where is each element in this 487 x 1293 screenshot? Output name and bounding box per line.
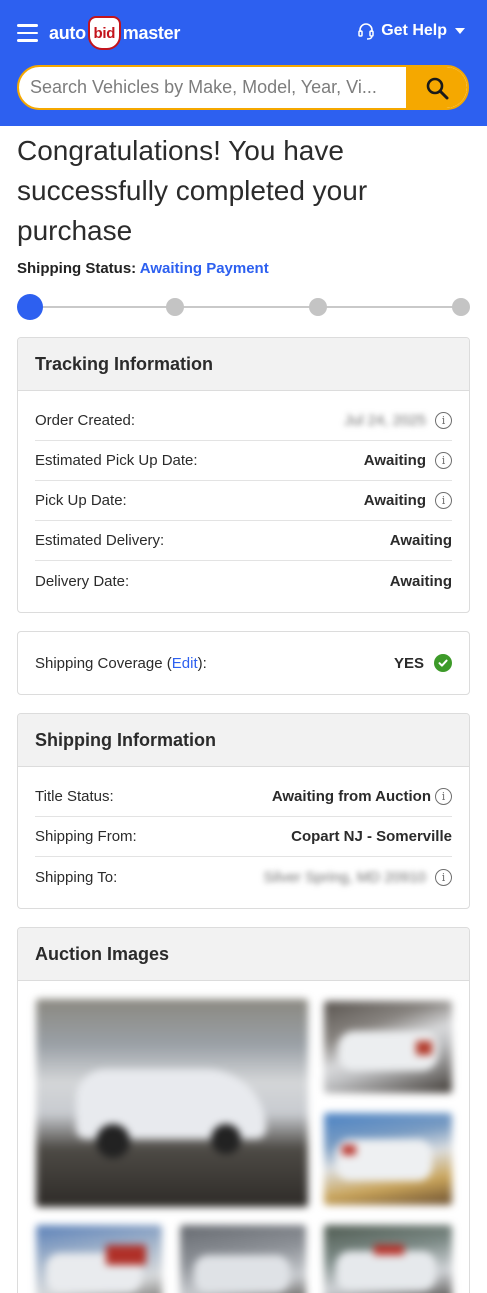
shipping-status-label: Shipping Status: (17, 260, 137, 277)
page-title: Congratulations! You have successfully c… (17, 135, 368, 246)
tracking-information-card: Tracking Information Order Created: Jul … (17, 337, 470, 613)
info-icon[interactable]: i (435, 788, 452, 805)
row-value: Awaiting (389, 532, 452, 549)
shipping-coverage-value: YES (393, 654, 424, 672)
shipping-information-title: Shipping Information (18, 714, 469, 767)
chevron-down-icon (455, 28, 465, 34)
progress-step-4 (452, 298, 470, 316)
tracking-row: Estimated Pick Up Date: Awaiting i (35, 441, 452, 481)
tracking-row: Pick Up Date: Awaiting i (35, 481, 452, 521)
menu-icon[interactable] (17, 24, 38, 42)
row-value: Awaiting (363, 492, 426, 509)
row-label: Estimated Delivery: (35, 532, 165, 549)
shipping-row: Shipping From: Copart NJ - Somerville (35, 817, 452, 857)
search-input[interactable] (19, 67, 409, 108)
logo-text-auto: auto (49, 22, 86, 43)
shipping-coverage-row: Shipping Coverage (Edit): YES (18, 632, 469, 694)
shipping-row: Title Status: Awaiting from Auction i (35, 777, 452, 817)
logo-shield: bid (87, 16, 121, 50)
progress-step-2 (166, 298, 184, 316)
auction-image-thumb-3[interactable] (36, 1225, 162, 1293)
row-label: Title Status: (35, 788, 114, 805)
coverage-label-suffix: ): (197, 654, 207, 672)
auction-image-gallery (18, 981, 469, 1293)
row-label: Delivery Date: (35, 572, 130, 590)
tracking-row: Delivery Date: Awaiting (35, 561, 452, 601)
progress-step-3 (309, 298, 327, 316)
auction-image-thumb-1[interactable] (324, 1001, 452, 1093)
shipping-row: Shipping To: Silver Spring, MD 20910 i (35, 857, 452, 897)
row-label: Shipping To: (35, 868, 118, 886)
row-value: Copart NJ - Somerville (291, 828, 452, 845)
logo-text-master: master (122, 22, 181, 43)
search-button[interactable] (406, 67, 467, 108)
row-value: Awaiting (389, 572, 452, 590)
tracking-row: Estimated Delivery: Awaiting (35, 521, 452, 561)
autobidmaster-logo[interactable]: auto bid master (49, 16, 180, 50)
row-label: Shipping From: (35, 828, 137, 845)
row-value: Awaiting from Auction (271, 788, 431, 805)
auction-images-card: Auction Images (17, 927, 470, 1293)
checkmark-icon (434, 654, 452, 672)
info-icon[interactable]: i (435, 452, 452, 469)
coverage-label-prefix: Shipping Coverage ( (35, 654, 172, 672)
row-value: Jul 24, 2025 (344, 412, 426, 429)
info-icon[interactable]: i (435, 868, 452, 886)
auction-image-thumb-4[interactable] (180, 1225, 306, 1293)
row-value: Silver Spring, MD 20910 (263, 868, 426, 886)
shipping-coverage-card: Shipping Coverage (Edit): YES (17, 631, 470, 695)
shipping-status: Shipping Status: Awaiting Payment (17, 260, 269, 277)
shipping-status-value: Awaiting Payment (139, 260, 269, 277)
get-help-label: Get Help (381, 22, 447, 39)
progress-step-1 (17, 294, 43, 320)
row-label: Estimated Pick Up Date: (35, 452, 198, 469)
headset-icon (358, 23, 374, 40)
info-icon[interactable]: i (435, 492, 452, 509)
search-bar (17, 65, 469, 110)
shipping-coverage-label: Shipping Coverage (Edit): (35, 655, 207, 672)
auction-image-thumb-2[interactable] (324, 1113, 452, 1205)
edit-coverage-link[interactable]: Edit (172, 655, 198, 672)
auction-images-title: Auction Images (18, 928, 469, 981)
row-label: Order Created: (35, 412, 136, 429)
shipping-progress-tracker (17, 294, 470, 320)
search-icon (426, 77, 448, 99)
row-value: Awaiting (363, 452, 426, 469)
tracking-information-title: Tracking Information (18, 338, 469, 391)
get-help-button[interactable]: Get Help (357, 22, 465, 40)
progress-line (27, 306, 460, 308)
top-header: auto bid master Get Help (0, 0, 487, 126)
row-label: Pick Up Date: (35, 492, 127, 509)
shipping-information-card: Shipping Information Title Status: Await… (17, 713, 470, 909)
auction-image-thumb-5[interactable] (324, 1225, 452, 1293)
tracking-row: Order Created: Jul 24, 2025 i (35, 401, 452, 441)
auction-image-main[interactable] (36, 999, 308, 1207)
info-icon[interactable]: i (435, 412, 452, 429)
